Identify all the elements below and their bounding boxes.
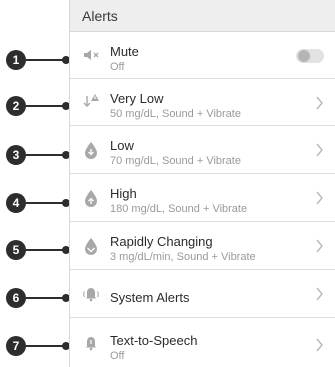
callout-4: 4 (0, 191, 70, 215)
row-title: Low (110, 138, 134, 153)
callout-2: 2 (0, 94, 70, 118)
callout-1: 1 (0, 48, 70, 72)
callout-6: 6 (0, 286, 70, 310)
high-drop-icon (85, 190, 97, 207)
callout-number: 3 (6, 145, 26, 165)
callout-number: 2 (6, 96, 26, 116)
alert-row-very-low[interactable]: Very Low 50 mg/dL, Sound + Vibrate (70, 79, 335, 126)
very-low-alert-icon (83, 94, 99, 107)
speech-bell-icon (86, 337, 96, 351)
row-title: High (110, 186, 137, 201)
alert-row-system-alerts[interactable]: System Alerts (70, 270, 335, 318)
callout-number: 7 (6, 336, 26, 356)
alert-row-rapidly-changing[interactable]: Rapidly Changing 3 mg/dL/min, Sound + Vi… (70, 222, 335, 270)
speaker-muted-icon (84, 50, 99, 60)
callout-number: 1 (6, 50, 26, 70)
alerts-panel: Alerts Mute Off Very Low 50 mg/dL, Sound… (69, 0, 335, 367)
callout-line (26, 154, 64, 156)
rapid-change-drop-icon (85, 238, 97, 255)
row-title: Rapidly Changing (110, 234, 213, 249)
callout-line (26, 345, 64, 347)
callout-5: 5 (0, 238, 70, 262)
alert-row-high[interactable]: High 180 mg/dL, Sound + Vibrate (70, 174, 335, 222)
row-subtitle: 50 mg/dL, Sound + Vibrate (110, 108, 241, 120)
callout-line (26, 59, 64, 61)
alerts-header: Alerts (70, 0, 335, 32)
page-title: Alerts (82, 8, 118, 24)
callout-number: 4 (6, 193, 26, 213)
callout-number: 5 (6, 240, 26, 260)
callout-line (26, 249, 64, 251)
chevron-right-icon (316, 239, 323, 253)
callout-line (26, 297, 64, 299)
row-subtitle: Off (110, 350, 125, 362)
row-subtitle: Off (110, 61, 125, 73)
chevron-right-icon (316, 191, 323, 205)
row-title: Very Low (110, 91, 164, 106)
alert-row-low[interactable]: Low 70 mg/dL, Sound + Vibrate (70, 126, 335, 174)
callout-line (26, 202, 64, 204)
mute-toggle[interactable] (296, 49, 324, 63)
row-title: Mute (110, 44, 139, 59)
callout-number: 6 (6, 288, 26, 308)
toggle-knob (298, 50, 310, 62)
chevron-right-icon (316, 287, 323, 301)
callout-3: 3 (0, 143, 70, 167)
chevron-right-icon (316, 96, 323, 110)
row-title: System Alerts (110, 290, 190, 305)
alert-row-text-to-speech[interactable]: Text-to-Speech Off (70, 318, 335, 367)
chevron-right-icon (316, 143, 323, 157)
system-bell-icon (83, 288, 99, 302)
callout-7: 7 (0, 334, 70, 358)
row-title: Text-to-Speech (110, 333, 198, 348)
chevron-right-icon (316, 338, 323, 352)
callout-line (26, 105, 64, 107)
row-subtitle: 180 mg/dL, Sound + Vibrate (110, 203, 248, 215)
low-drop-icon (85, 142, 97, 159)
row-subtitle: 70 mg/dL, Sound + Vibrate (110, 155, 241, 167)
alert-row-mute[interactable]: Mute Off (70, 32, 335, 79)
row-subtitle: 3 mg/dL/min, Sound + Vibrate (110, 251, 256, 263)
